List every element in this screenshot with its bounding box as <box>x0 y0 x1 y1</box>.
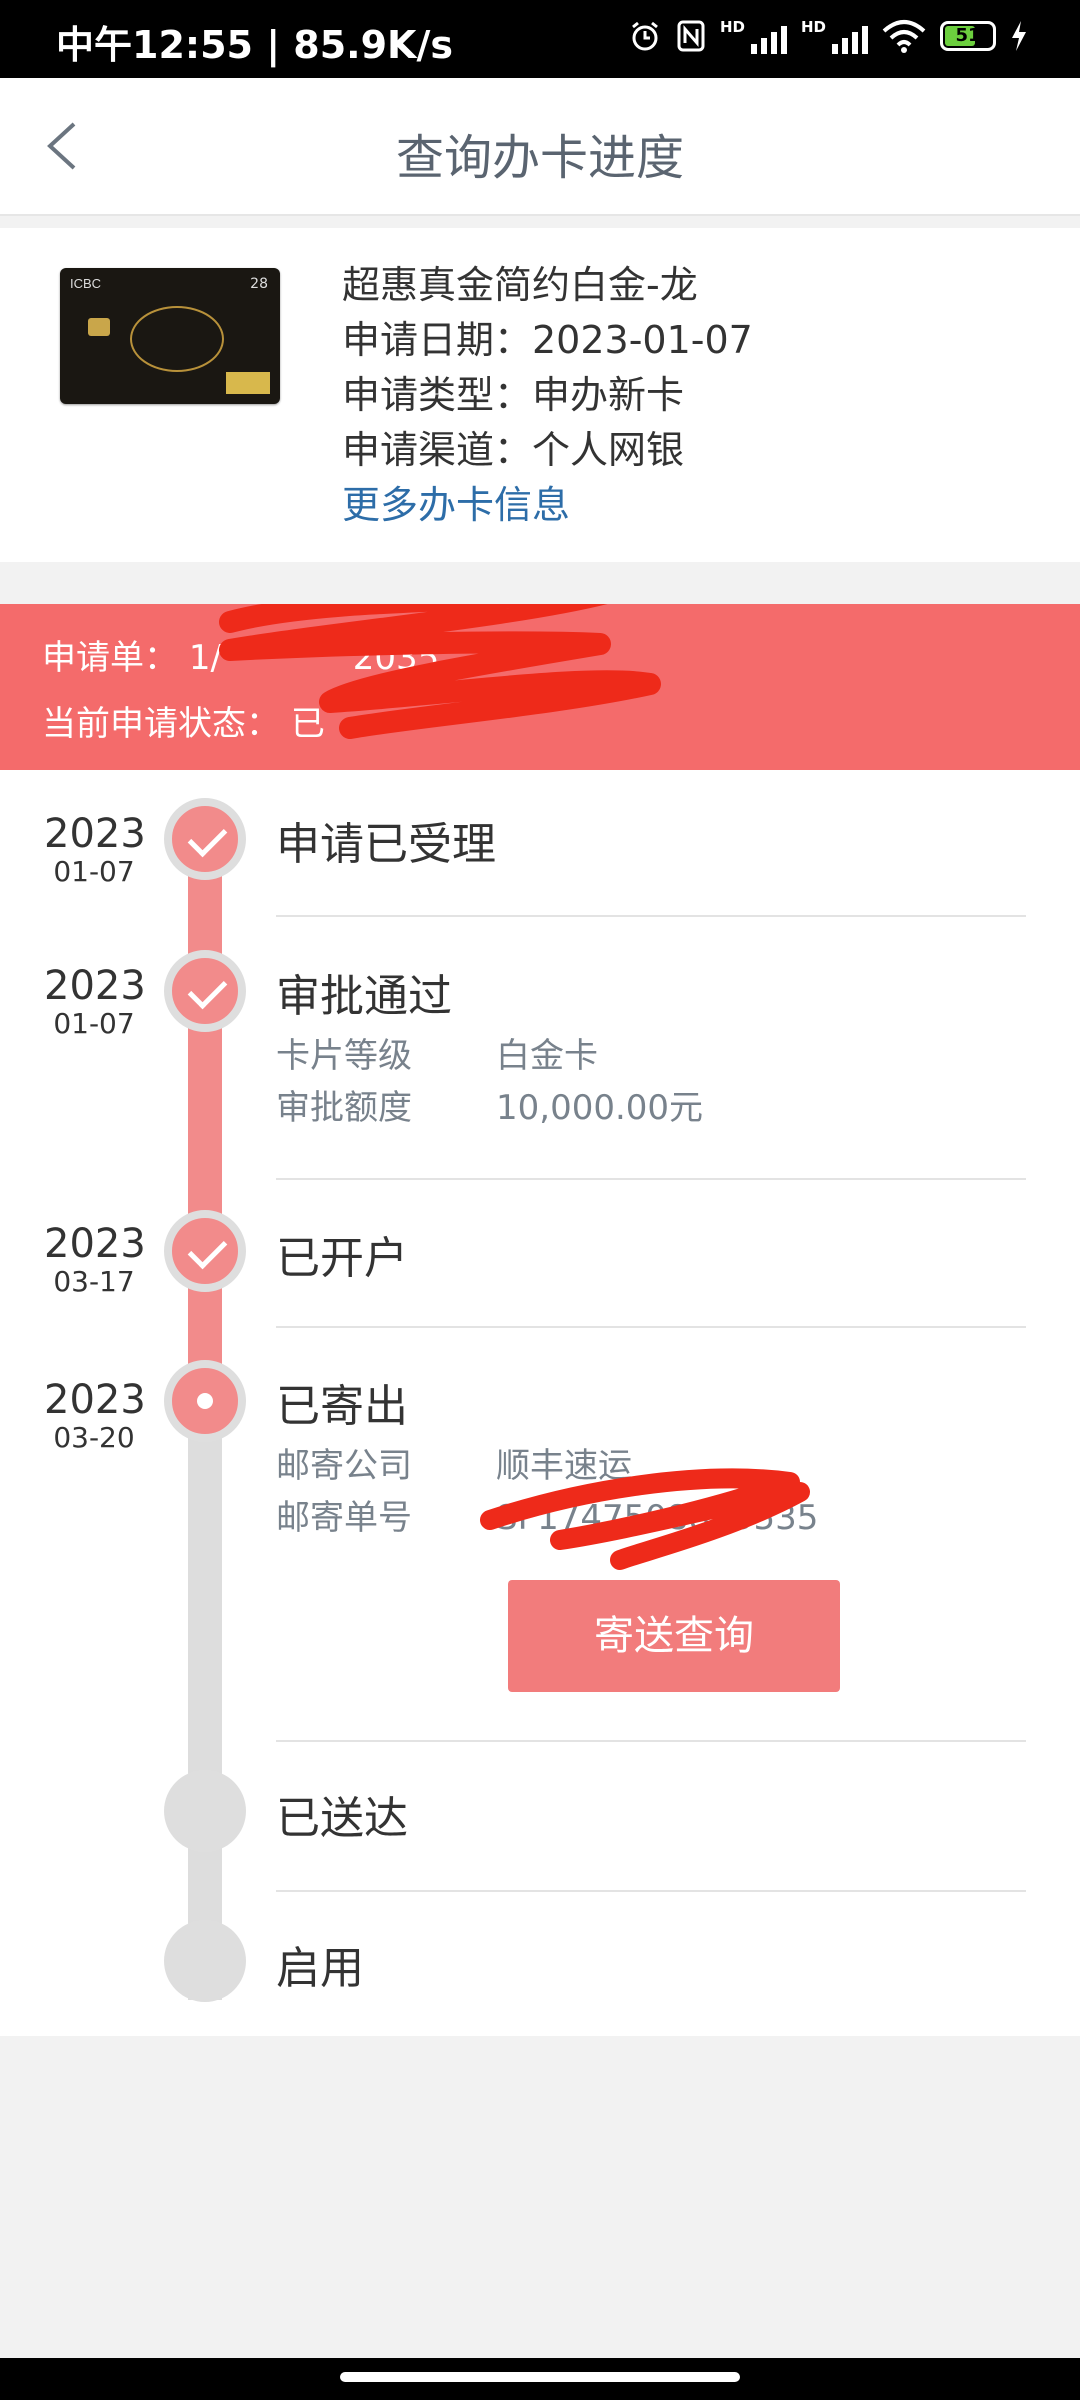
progress-timeline: 2023 01-07 申请已受理 2023 01-07 审批通过 卡片等级 白金卡… <box>0 770 1080 2036</box>
step-date: 2023 01-07 <box>44 811 146 888</box>
step-delivered: 已送达 <box>276 1793 408 1844</box>
wifi-icon <box>882 20 926 53</box>
detail-row: 审批额度 10,000.00元 <box>276 1088 704 1128</box>
step-complete-node <box>164 1210 246 1292</box>
application-label: 申请单： <box>42 638 178 678</box>
step-date: 2023 01-07 <box>44 963 146 1040</box>
step-complete-node <box>164 950 246 1032</box>
detail-row: 卡片等级 白金卡 <box>276 1036 598 1076</box>
step-shipped: 已寄出 邮寄公司 顺丰速运 邮寄单号 SF1747508865535 <box>276 1370 818 1544</box>
signal-hd-1-icon: HD <box>720 18 787 54</box>
apply-type: 申请类型：申办新卡 <box>342 373 685 417</box>
step-date: 2023 03-17 <box>44 1221 146 1298</box>
divider <box>276 1326 1026 1328</box>
page-title: 查询办卡进度 <box>395 130 684 186</box>
check-icon <box>187 1229 228 1270</box>
credit-card-image: ICBC 28 <box>60 268 280 404</box>
battery-icon: 51 <box>940 21 996 51</box>
application-status-banner: 申请单： 1/ 2035 当前申请状态： 已 <box>0 604 1080 770</box>
step-account-opened: 已开户 <box>276 1233 408 1284</box>
status-value: 已 <box>290 704 325 744</box>
more-card-info-link[interactable]: 更多办卡信息 <box>342 478 753 533</box>
home-indicator-bar <box>0 2358 1080 2400</box>
alarm-icon <box>632 21 658 51</box>
charging-icon <box>1012 21 1026 51</box>
step-date: 2023 03-20 <box>44 1377 146 1454</box>
card-info-panel: ICBC 28 超惠真金简约白金-龙 申请日期：2023-01-07 申请类型：… <box>0 228 1080 562</box>
step-complete-node <box>164 798 246 880</box>
home-indicator[interactable] <box>340 2372 740 2382</box>
current-dot-icon <box>197 1393 213 1409</box>
card-name: 超惠真金简约白金-龙 <box>342 263 698 307</box>
application-number-tail: 2035 <box>352 638 440 678</box>
nfc-icon <box>677 20 705 52</box>
detail-row: 邮寄公司 顺丰速运 <box>276 1446 632 1486</box>
application-number: 1/ <box>188 638 222 678</box>
step-approved: 审批通过 卡片等级 白金卡 审批额度 10,000.00元 <box>276 960 703 1134</box>
card-details: 超惠真金简约白金-龙 申请日期：2023-01-07 申请类型：申办新卡 申请渠… <box>342 258 753 533</box>
timeline-track-pending <box>188 1400 222 2000</box>
status-bar: 中午12:55 | 85.9K/s HD HD 51 <box>0 0 1080 78</box>
apply-channel: 申请渠道：个人网银 <box>342 428 685 472</box>
step-activated: 启用 <box>276 1943 364 1994</box>
check-icon <box>187 969 228 1010</box>
divider <box>276 915 1026 917</box>
signal-hd-2-icon: HD <box>801 18 868 54</box>
apply-date: 申请日期：2023-01-07 <box>342 318 753 362</box>
step-pending-node <box>164 1920 246 2002</box>
step-accepted: 申请已受理 <box>276 819 496 870</box>
check-icon <box>187 817 228 858</box>
status-time-speed: 中午12:55 | 85.9K/s <box>56 23 453 67</box>
step-pending-node <box>164 1770 246 1852</box>
divider <box>276 1740 1026 1742</box>
divider <box>276 1890 1026 1892</box>
track-shipment-button[interactable]: 寄送查询 <box>508 1580 840 1692</box>
application-number-row: 申请单： 1/ 2035 <box>42 630 439 679</box>
step-current-node <box>164 1360 246 1442</box>
nav-bar: 查询办卡进度 <box>0 78 1080 216</box>
current-status-row: 当前申请状态： 已 <box>42 696 325 745</box>
status-label: 当前申请状态： <box>42 704 280 744</box>
redaction-scribble <box>219 604 661 739</box>
detail-row: 邮寄单号 SF1747508865535 <box>276 1498 819 1538</box>
divider <box>276 1178 1026 1180</box>
status-icons: HD HD 51 <box>628 18 1028 54</box>
